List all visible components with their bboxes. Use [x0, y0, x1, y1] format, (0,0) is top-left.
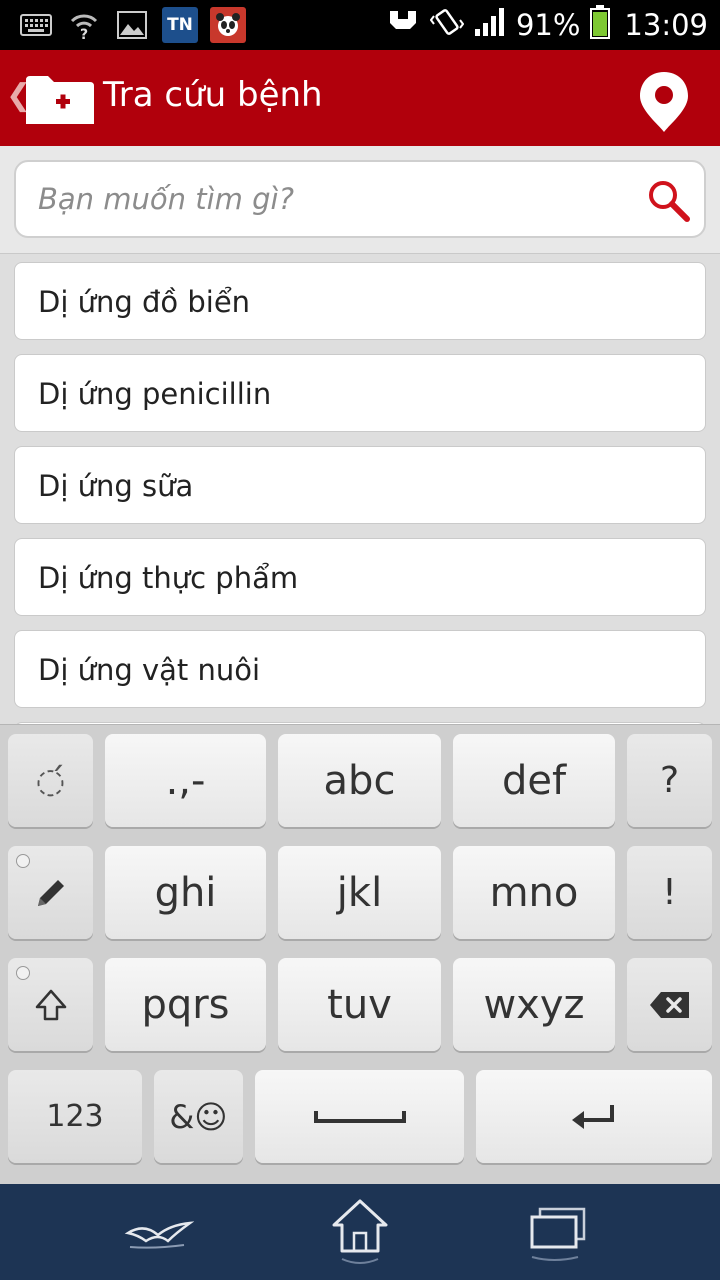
list-item[interactable]: Dị ứng sữa	[14, 446, 706, 524]
numbers-key[interactable]: 123	[8, 1070, 142, 1163]
recent-apps-icon[interactable]	[523, 1198, 593, 1268]
accent-key[interactable]: ◌́	[8, 734, 93, 827]
question-key[interactable]: ?	[627, 734, 712, 827]
key-2-abc[interactable]: abc	[278, 734, 441, 827]
search-icon[interactable]	[646, 178, 692, 224]
key-4-ghi[interactable]: ghi	[105, 846, 266, 939]
search-input[interactable]	[38, 162, 628, 236]
key-8-label: tuv	[327, 981, 392, 1028]
key-9-label: wxyz	[483, 981, 585, 1028]
image-icon	[114, 7, 150, 43]
medical-folder-icon[interactable]	[26, 72, 94, 128]
back-icon[interactable]	[124, 1198, 194, 1268]
space-key[interactable]	[255, 1070, 464, 1163]
key-7-pqrs[interactable]: pqrs	[105, 958, 266, 1051]
backspace-icon	[649, 991, 689, 1018]
navigation-bar	[0, 1184, 720, 1280]
exclamation-key-label: !	[662, 872, 677, 913]
space-bar-icon	[313, 1110, 406, 1123]
status-bar-system: 91% 13:09	[386, 4, 708, 46]
key-6-mno[interactable]: mno	[453, 846, 615, 939]
list-item-label: Dị ứng vật nuôi	[38, 653, 261, 687]
numbers-key-label: 123	[46, 1099, 104, 1134]
enter-icon	[572, 1104, 614, 1129]
list-item-label: Dị ứng penicillin	[38, 377, 272, 411]
status-bar: ? TN 91% 13:09	[0, 0, 720, 50]
location-pin-icon[interactable]	[636, 70, 692, 134]
keyboard: ◌́ .,- abc def ? ghi jkl mno ! pqrs tuv …	[0, 724, 720, 1184]
list-item[interactable]: Dị ứng đồ biển	[14, 262, 706, 340]
wifi-question-icon: ?	[66, 7, 102, 43]
accent-key-label: ◌́	[35, 760, 66, 801]
usb-debug-icon	[386, 7, 420, 44]
results-list: Dị ứng đồ biển Dị ứng penicillin Dị ứng …	[0, 254, 720, 724]
clock: 13:09	[624, 8, 708, 42]
keyboard-icon	[18, 7, 54, 43]
battery-icon	[590, 4, 611, 46]
list-item[interactable]: Dị ứng vật nuôi	[14, 630, 706, 708]
tn-app-icon: TN	[162, 7, 198, 43]
key-8-tuv[interactable]: tuv	[278, 958, 441, 1051]
key-5-label: jkl	[336, 869, 383, 916]
handwriting-key[interactable]	[8, 846, 93, 939]
punctuation-key-label: .,-	[165, 757, 206, 804]
list-item[interactable]: Dị ứng penicillin	[14, 354, 706, 432]
key-5-jkl[interactable]: jkl	[278, 846, 441, 939]
pencil-icon	[37, 879, 64, 906]
list-item-label: Dị ứng thực phẩm	[38, 561, 299, 595]
home-icon[interactable]	[325, 1198, 395, 1268]
app-bar: ❮ Tra cứu bệnh	[0, 50, 720, 146]
search-box[interactable]	[14, 160, 706, 238]
page-title: Tra cứu bệnh	[103, 75, 323, 115]
question-key-label: ?	[659, 760, 680, 801]
panda-app-icon	[210, 7, 246, 43]
shift-key[interactable]	[8, 958, 93, 1051]
key-6-label: mno	[489, 869, 579, 916]
status-bar-notifications: ? TN	[18, 6, 246, 44]
punctuation-key[interactable]: .,-	[105, 734, 266, 827]
mode-indicator-dot	[16, 854, 30, 868]
vibrate-icon	[429, 6, 465, 45]
battery-percent: 91%	[515, 8, 581, 42]
shift-icon	[35, 989, 66, 1020]
search-area	[0, 146, 720, 254]
list-item-label: Dị ứng sữa	[38, 469, 194, 503]
symbols-emoji-key-label: &☺	[169, 1097, 228, 1136]
key-3-def[interactable]: def	[453, 734, 615, 827]
list-item-label: Dị ứng đồ biển	[38, 285, 251, 319]
signal-icon	[474, 7, 506, 44]
tn-app-label: TN	[167, 15, 193, 35]
key-3-label: def	[501, 757, 567, 804]
key-4-label: ghi	[154, 869, 217, 916]
backspace-key[interactable]	[627, 958, 712, 1051]
symbols-emoji-key[interactable]: &☺	[154, 1070, 243, 1163]
svg-text:?: ?	[80, 27, 88, 40]
list-item[interactable]: Dị ứng thực phẩm	[14, 538, 706, 616]
enter-key[interactable]	[476, 1070, 712, 1163]
exclamation-key[interactable]: !	[627, 846, 712, 939]
key-7-label: pqrs	[141, 981, 230, 1028]
mode-indicator-dot	[16, 966, 30, 980]
key-9-wxyz[interactable]: wxyz	[453, 958, 615, 1051]
key-2-label: abc	[323, 757, 396, 804]
